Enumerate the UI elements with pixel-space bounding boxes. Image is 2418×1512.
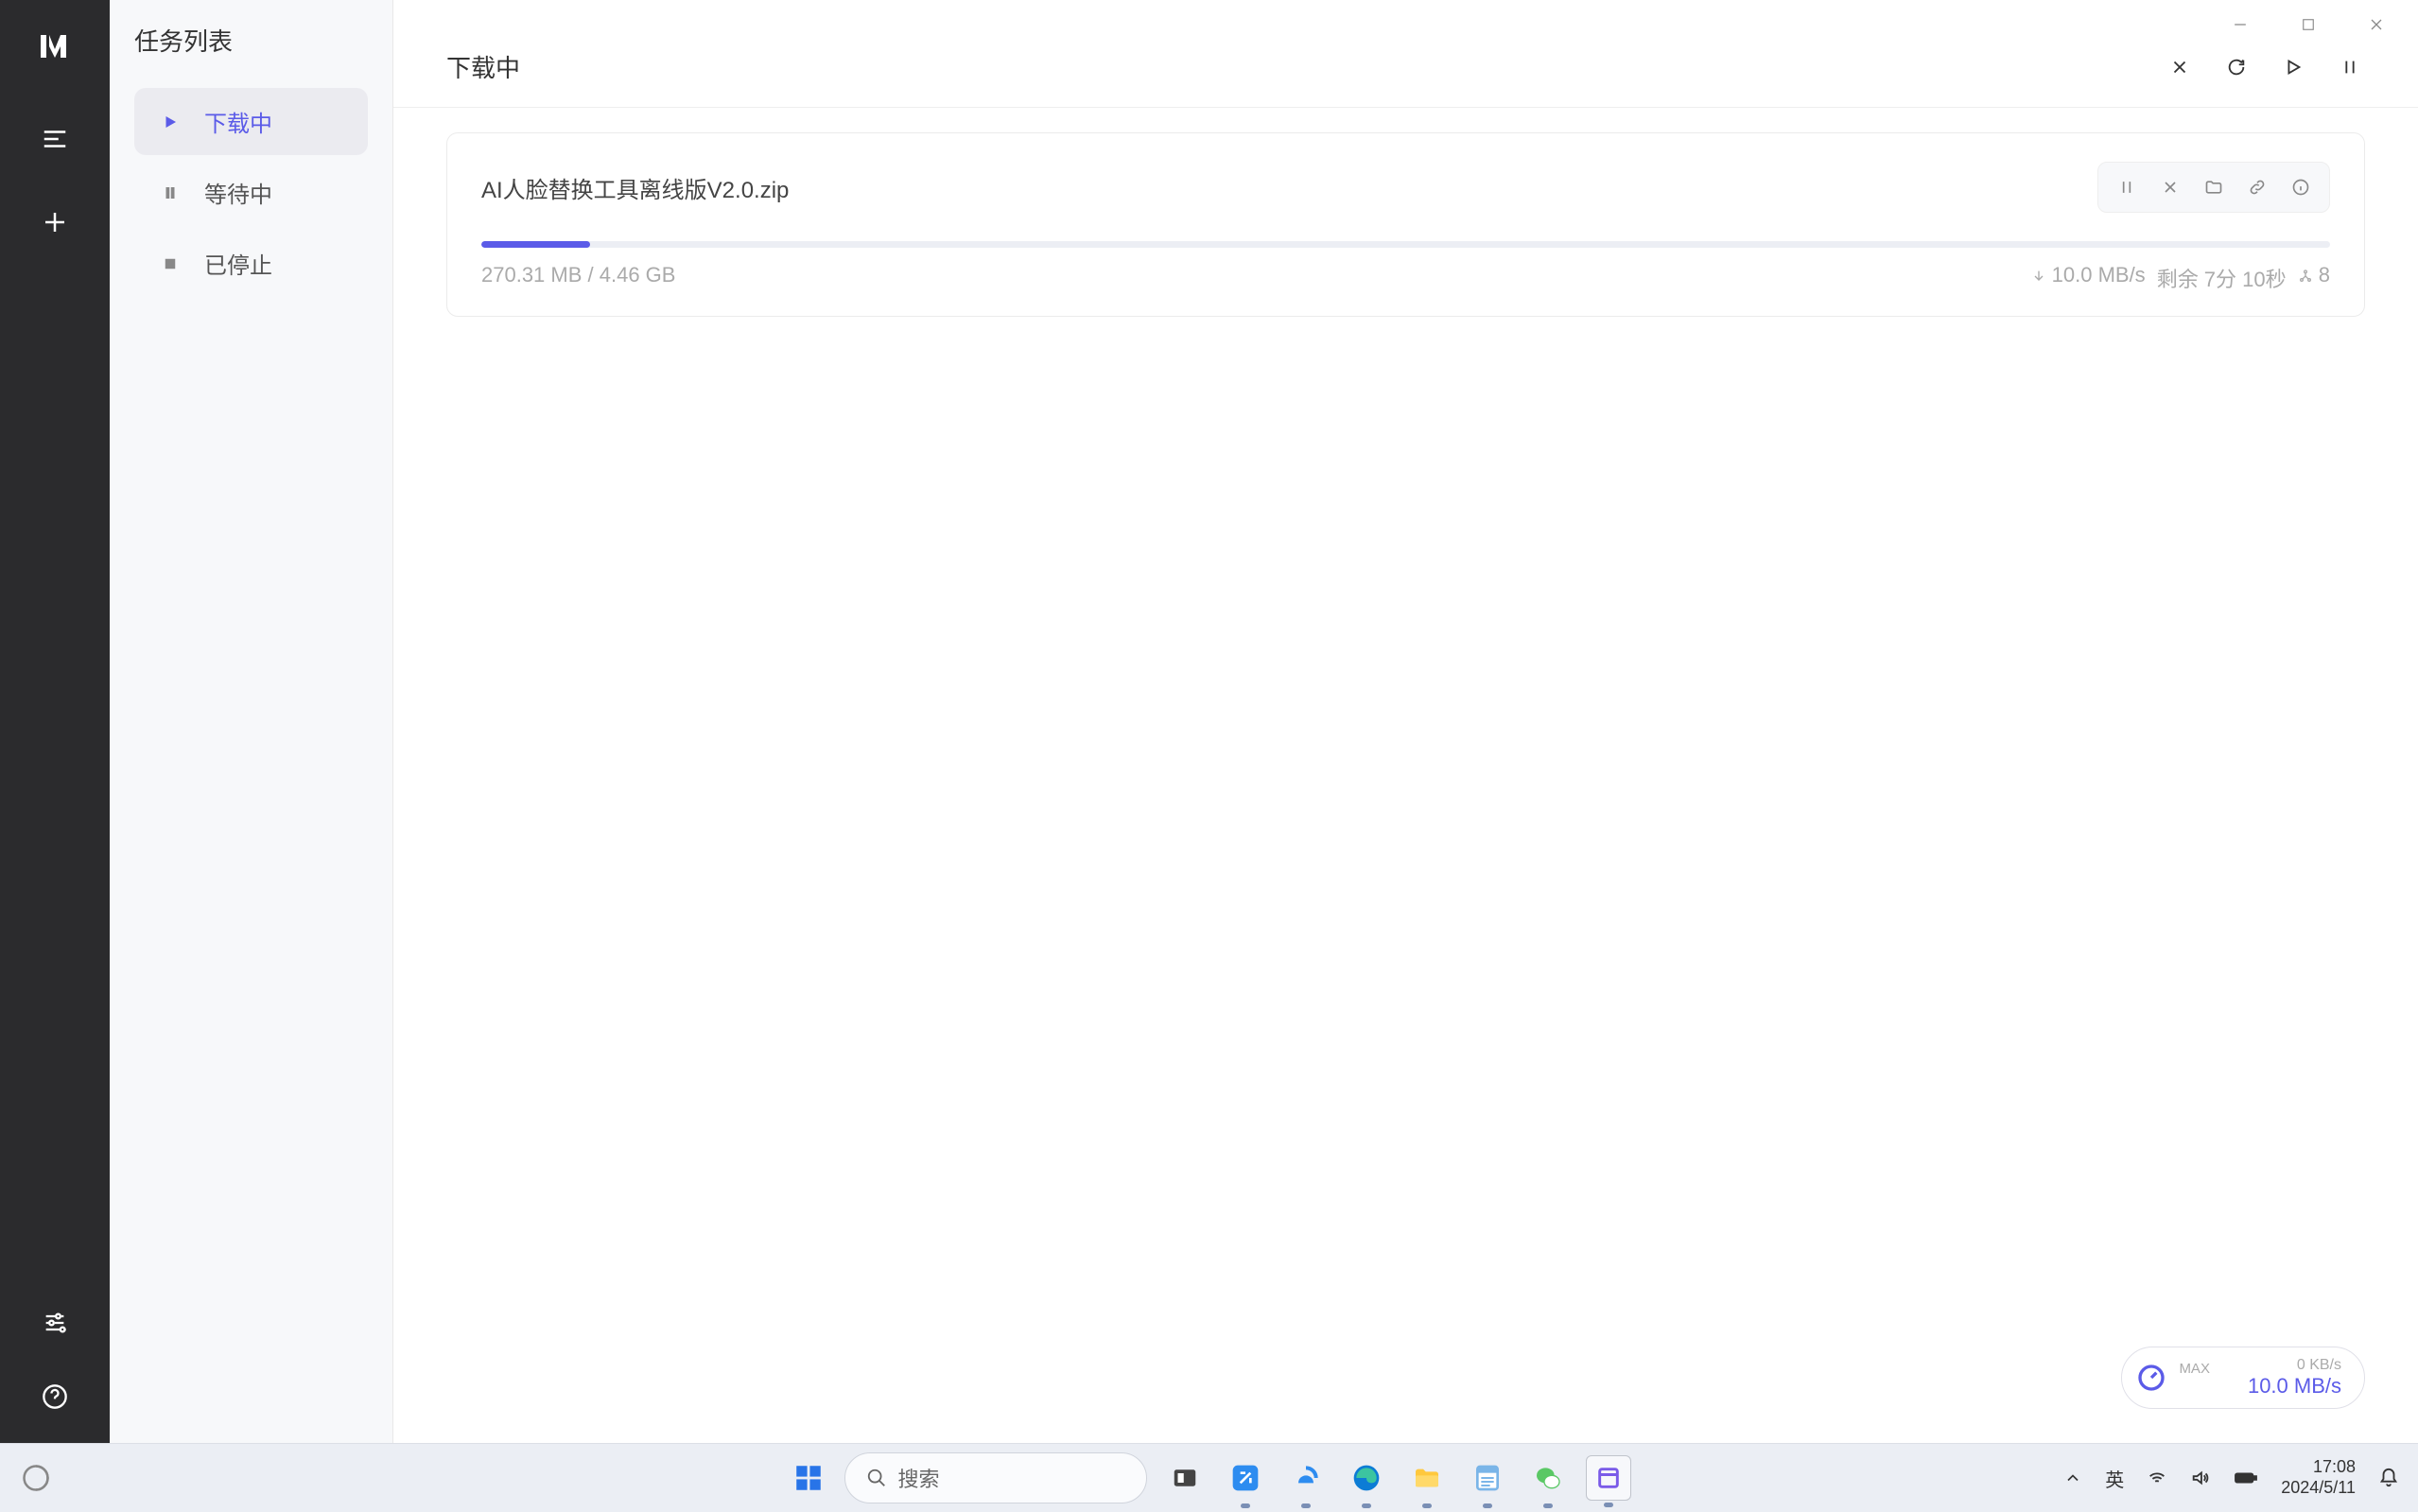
pause-icon: [159, 182, 182, 204]
progress-fill: [481, 241, 590, 248]
minimize-button[interactable]: [2206, 8, 2274, 42]
nav-sidebar: [0, 0, 110, 1443]
pause-button[interactable]: [2110, 170, 2144, 204]
play-icon: [159, 111, 182, 133]
taskbar-app-explorer[interactable]: [1404, 1455, 1450, 1501]
main-header: 下载中: [393, 0, 2418, 108]
progress-bar: [481, 241, 2330, 248]
start-button[interactable]: [788, 1457, 829, 1499]
taskbar-search[interactable]: 搜索: [844, 1452, 1147, 1503]
downloads-list: AI人脸替换工具离线版V2.0.zip: [393, 108, 2418, 341]
speedometer-icon: [2133, 1360, 2169, 1396]
eta-info: 剩余 7分 10秒: [2157, 263, 2287, 293]
maximize-button[interactable]: [2274, 8, 2342, 42]
sidebar-title: 任务列表: [110, 23, 392, 88]
taskbar-app-edge[interactable]: [1344, 1455, 1389, 1501]
tray-volume-icon[interactable]: [2183, 1462, 2218, 1494]
file-name: AI人脸替换工具离线版V2.0.zip: [481, 171, 2097, 204]
taskbar-app-2[interactable]: [1283, 1455, 1329, 1501]
taskbar-app-notepad[interactable]: [1465, 1455, 1510, 1501]
settings-button[interactable]: [27, 1295, 82, 1350]
tray-time: 17:08: [2281, 1457, 2356, 1478]
tray-battery-icon[interactable]: [2226, 1462, 2266, 1494]
taskbar-left-icon[interactable]: [17, 1459, 55, 1497]
tray-wifi-icon[interactable]: [2139, 1462, 2175, 1494]
remove-button[interactable]: [2153, 170, 2187, 204]
taskbar-app-1[interactable]: [1223, 1455, 1268, 1501]
sidebar-item-label: 已停止: [204, 247, 272, 280]
main-panel: 下载中 AI人脸替换工具离线版V2.0.zip: [393, 0, 2418, 1443]
app-logo: [37, 28, 73, 64]
pause-all-button[interactable]: [2335, 52, 2365, 82]
connections-info: 8: [2298, 263, 2330, 293]
tray-ime[interactable]: 英: [2097, 1459, 2131, 1498]
tray-date: 2024/5/11: [2281, 1478, 2356, 1499]
sidebar-item-label: 下载中: [204, 105, 272, 138]
size-info: 270.31 MB / 4.46 GB: [481, 263, 2031, 293]
help-button[interactable]: [27, 1369, 82, 1424]
sidebar-item-downloading[interactable]: 下载中: [134, 88, 368, 155]
sidebar-item-waiting[interactable]: 等待中: [134, 159, 368, 226]
page-title: 下载中: [446, 49, 2165, 84]
sidebar-item-label: 等待中: [204, 176, 272, 209]
resume-all-button[interactable]: [2278, 52, 2308, 82]
copy-link-button[interactable]: [2240, 170, 2274, 204]
speed-widget[interactable]: MAX 0 KB/s 10.0 MB/s: [2121, 1347, 2365, 1409]
refresh-button[interactable]: [2221, 52, 2252, 82]
speed-info: 10.0 MB/s: [2031, 263, 2146, 293]
item-actions: [2097, 162, 2330, 213]
tray-notifications-icon[interactable]: [2371, 1462, 2407, 1494]
download-item[interactable]: AI人脸替换工具离线版V2.0.zip: [446, 132, 2365, 317]
clear-all-button[interactable]: [2165, 52, 2195, 82]
speed-max-label: MAX: [2179, 1357, 2210, 1377]
speed-down: 10.0 MB/s: [2248, 1374, 2341, 1399]
taskbar-app-taskview[interactable]: [1162, 1455, 1208, 1501]
menu-button[interactable]: [27, 112, 82, 166]
search-placeholder: 搜索: [898, 1463, 940, 1493]
info-button[interactable]: [2284, 170, 2318, 204]
task-sidebar: 任务列表 下载中 等待中 已停止: [110, 0, 393, 1443]
tray-chevron-icon[interactable]: [2056, 1463, 2090, 1493]
taskbar-app-wechat[interactable]: [1525, 1455, 1571, 1501]
window-controls: [2206, 8, 2410, 42]
speed-up: 0 KB/s: [2248, 1357, 2341, 1374]
sidebar-item-stopped[interactable]: 已停止: [134, 230, 368, 297]
stop-icon: [159, 252, 182, 275]
tray-clock[interactable]: 17:08 2024/5/11: [2273, 1457, 2363, 1498]
open-folder-button[interactable]: [2197, 170, 2231, 204]
add-task-button[interactable]: [27, 195, 82, 250]
taskbar: 搜索 英: [0, 1443, 2418, 1512]
close-window-button[interactable]: [2342, 8, 2410, 42]
taskbar-app-current[interactable]: [1586, 1455, 1631, 1501]
